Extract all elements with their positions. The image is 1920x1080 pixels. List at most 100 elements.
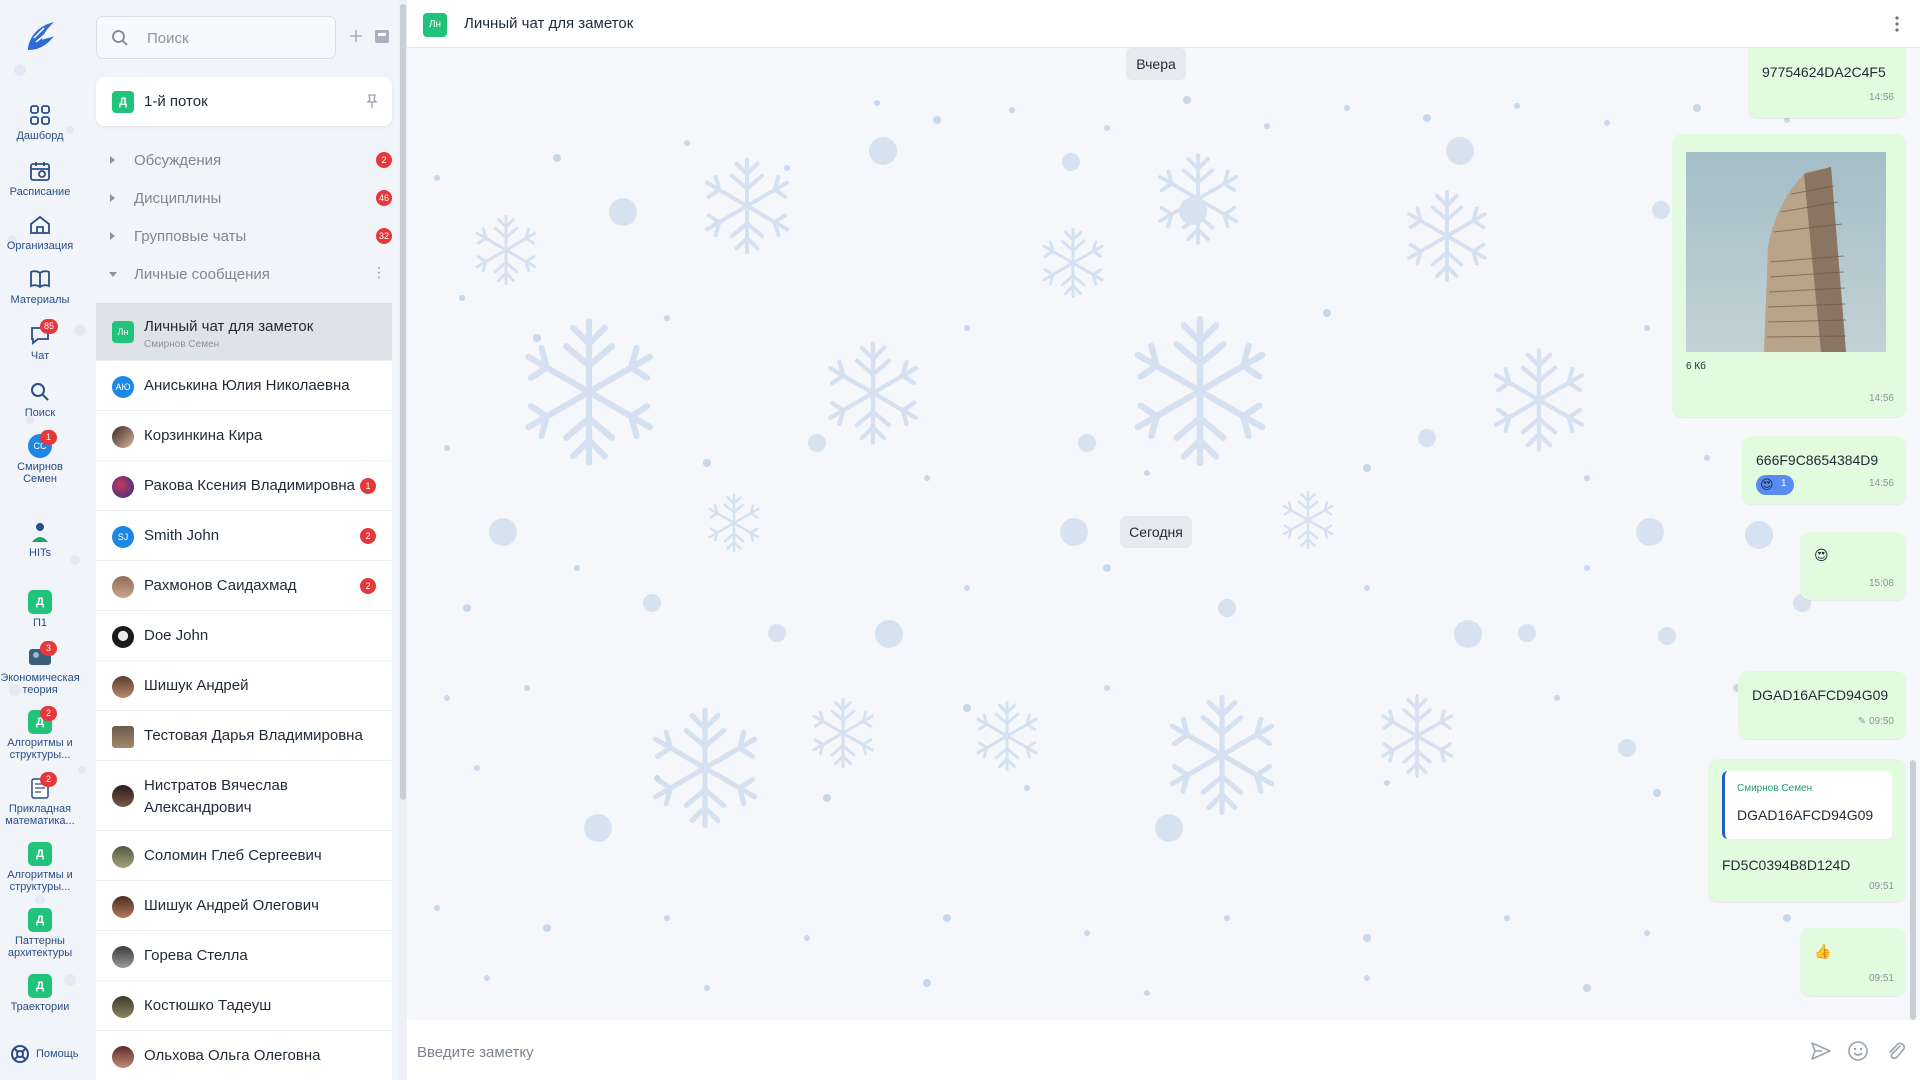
rail-course-applied-math[interactable]: 2 Прикладная математика...	[0, 772, 80, 827]
dm-name: Ольхова Ольга Олеговна	[144, 1047, 321, 1064]
message-bubble[interactable]: 666F9C8654384D9 😍 1 14:56	[1742, 436, 1906, 504]
avatar	[112, 1046, 134, 1068]
rail-profile[interactable]: СС 1 Смирнов Семен	[0, 430, 80, 485]
scrollbar-thumb[interactable]	[1910, 760, 1916, 1020]
search-box[interactable]	[96, 16, 336, 59]
dm-item[interactable]: Doe John	[96, 611, 392, 661]
unread-badge: 2	[360, 528, 376, 544]
scrollbar-thumb[interactable]	[400, 4, 406, 800]
message-bubble-reply[interactable]: Смирнов Семен DGAD16AFCD94G09 FD5C0394B8…	[1708, 759, 1906, 902]
message-bubble[interactable]: 😍 15:08	[1800, 532, 1906, 600]
section-disciplines[interactable]: Дисциплины 46	[96, 184, 392, 214]
rail-schedule[interactable]: Расписание	[0, 159, 80, 198]
message-text: FD5C0394B8D124D	[1722, 857, 1851, 873]
rail-chat[interactable]: 85 Чат	[0, 319, 80, 362]
dm-item-notes[interactable]: Лн Личный чат для заметок Смирнов Семен	[96, 303, 392, 361]
rail-course-patterns[interactable]: Д Паттерны архитектуры	[0, 908, 80, 959]
course-letter-icon: Д	[28, 908, 52, 932]
rail-course-p1[interactable]: Д П1	[0, 590, 80, 629]
course-letter-icon: Д	[28, 590, 52, 614]
hits-icon	[32, 523, 48, 542]
send-icon[interactable]	[1810, 1040, 1832, 1062]
more-vertical-icon[interactable]	[1894, 15, 1900, 33]
dm-name: Костюшко Тадеуш	[144, 997, 272, 1014]
rail-course-algorithms-1[interactable]: Д 2 Алгоритмы и структуры...	[0, 706, 80, 761]
quoted-message[interactable]: Смирнов Семен DGAD16AFCD94G09	[1722, 771, 1892, 839]
rail-materials-label: Материалы	[10, 294, 70, 306]
rail-chat-badge: 85	[40, 319, 59, 334]
section-discussions[interactable]: Обсуждения 2	[96, 146, 392, 176]
avatar	[112, 996, 134, 1018]
dm-item[interactable]: Шишук Андрей	[96, 661, 392, 711]
archive-icon[interactable]	[372, 26, 392, 46]
dm-item[interactable]: Ракова Ксения Владимировна 1	[96, 461, 392, 511]
dm-item[interactable]: Рахмонов Саидахмад 2	[96, 561, 392, 611]
stream-letter-icon: Д	[112, 91, 134, 113]
message-bubble[interactable]: DGAD16AFCD94G09 ✎ 09:50	[1738, 671, 1906, 739]
rail-course-algorithms-2[interactable]: Д Алгоритмы и структуры...	[0, 842, 80, 893]
rail-organization[interactable]: Организация	[0, 213, 80, 252]
message-input[interactable]	[417, 1040, 1717, 1064]
message-text: 666F9C8654384D9	[1756, 452, 1879, 468]
dm-item[interactable]: Тестовая Дарья Владимировна	[96, 711, 392, 761]
rail-materials[interactable]: Материалы	[0, 267, 80, 306]
dm-item[interactable]: Нистратов Вячеслав Александрович	[96, 761, 392, 831]
avatar	[112, 846, 134, 868]
message-time: ✎ 09:50	[1857, 716, 1894, 727]
chevron-right-icon	[110, 232, 115, 240]
edited-icon: ✎	[1857, 716, 1867, 727]
dm-item[interactable]: SJ Smith John 2	[96, 511, 392, 561]
dm-item[interactable]: Корзинкина Кира	[96, 411, 392, 461]
chat-scrollbar[interactable]	[1907, 48, 1920, 1020]
sidebar-scrollbar[interactable]	[399, 0, 407, 1080]
dm-item[interactable]: АЮ Аниськина Юлия Николаевна	[96, 361, 392, 411]
reaction-chip[interactable]: 😍 1	[1756, 475, 1794, 495]
course-letter-icon: Д	[28, 974, 52, 998]
message-bubble[interactable]: 97754624DA2C4F5 14:56	[1748, 48, 1906, 118]
dm-name: Ракова Ксения Владимировна	[144, 477, 355, 494]
message-bubble-image[interactable]: 6 Кб 14:56	[1672, 134, 1906, 417]
dm-name: Шишук Андрей	[144, 677, 249, 694]
avatar	[112, 785, 134, 807]
rail-hits[interactable]: HITs	[0, 520, 80, 559]
dm-item[interactable]: Шишук Андрей Олегович	[96, 881, 392, 931]
rail-search[interactable]: Поиск	[0, 380, 80, 419]
more-vertical-icon[interactable]: ⋮	[372, 264, 386, 281]
rail-course-badge: 2	[40, 772, 57, 787]
message-text: 👍	[1814, 943, 1832, 959]
rail-dashboard-label: Дашборд	[16, 130, 64, 142]
message-bubble[interactable]: 👍 09:51	[1800, 928, 1906, 996]
app-logo-icon[interactable]	[24, 18, 58, 54]
rail-course-economics[interactable]: 3 Экономическая теория	[0, 641, 80, 696]
dm-item[interactable]: Соломин Глеб Сергеевич	[96, 831, 392, 881]
section-badge: 2	[376, 152, 392, 168]
rail-course-trajectories[interactable]: Д Траектории	[0, 974, 80, 1013]
stream-selector[interactable]: Д 1-й поток	[96, 77, 392, 126]
dm-subtitle: Смирнов Семен	[144, 339, 220, 350]
section-direct-messages[interactable]: Личные сообщения ⋮	[96, 260, 392, 290]
help-link[interactable]: Помощь	[10, 1044, 79, 1064]
quote-author: Смирнов Семен	[1737, 783, 1813, 794]
calendar-icon	[30, 162, 50, 181]
attach-icon[interactable]	[1885, 1040, 1907, 1062]
dashboard-icon	[30, 105, 50, 125]
emoji-icon[interactable]	[1847, 1040, 1869, 1062]
section-group-chats[interactable]: Групповые чаты 32	[96, 222, 392, 252]
dm-name: Тестовая Дарья Владимировна	[144, 727, 363, 744]
dm-item[interactable]: Ольхова Ольга Олеговна	[96, 1031, 392, 1080]
dm-item[interactable]: Костюшко Тадеуш	[96, 981, 392, 1031]
rail-chat-label: Чат	[30, 350, 50, 362]
avatar	[112, 896, 134, 918]
dm-name: Соломин Глеб Сергеевич	[144, 847, 322, 864]
message-area: Вчера Сегодня 97754624DA2C4F5 14:56 6 Кб	[407, 48, 1920, 1020]
add-chat-icon[interactable]	[346, 26, 366, 46]
rail-course-label: Экономическая теория	[0, 672, 80, 696]
dm-item[interactable]: Горева Стелла	[96, 931, 392, 981]
rail-dashboard[interactable]: Дашборд	[0, 103, 80, 142]
composer	[407, 1020, 1920, 1080]
photo-image[interactable]	[1686, 152, 1886, 352]
pin-icon[interactable]	[366, 94, 378, 108]
dm-name: Корзинкина Кира	[144, 427, 263, 444]
search-input[interactable]	[147, 27, 327, 49]
dm-name: Рахмонов Саидахмад	[144, 577, 297, 594]
